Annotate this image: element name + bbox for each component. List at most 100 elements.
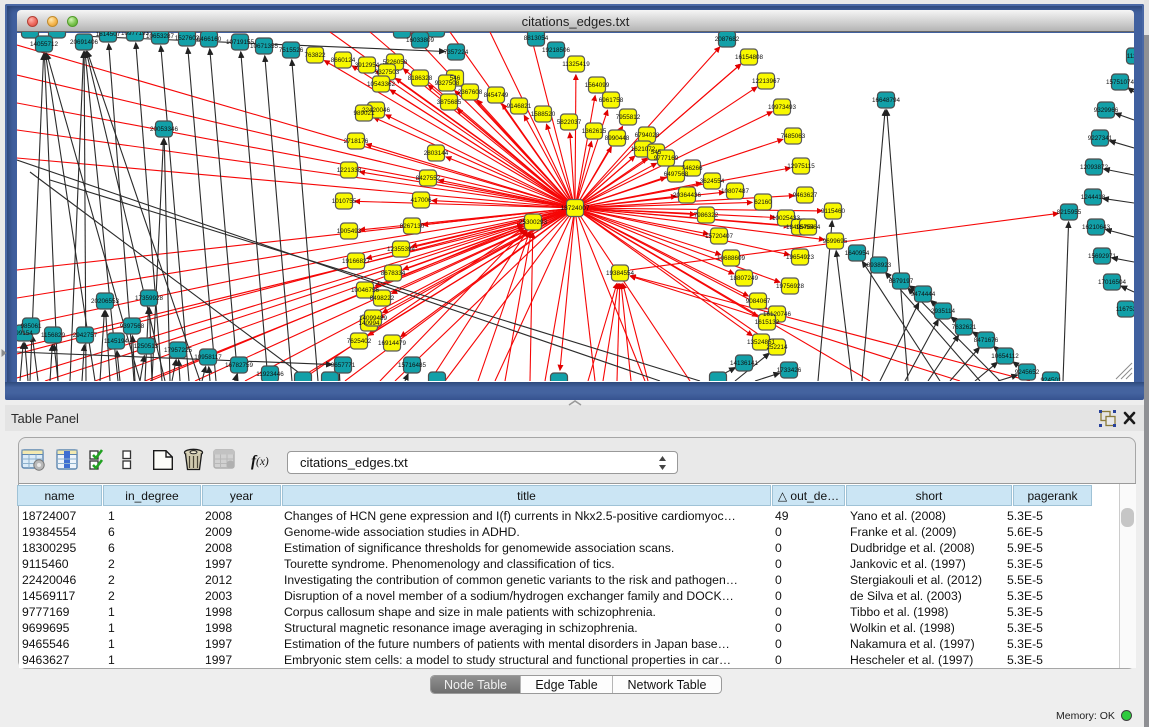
svg-text:9227341: 9227341	[1088, 135, 1113, 142]
svg-text:12355394: 12355394	[387, 246, 416, 253]
svg-text:7625402: 7625402	[347, 338, 372, 345]
svg-text:18724007: 18724007	[561, 205, 590, 212]
svg-text:10958117: 10958117	[194, 354, 222, 361]
svg-text:417006: 417006	[410, 197, 432, 204]
svg-text:1065324: 1065324	[424, 32, 449, 33]
svg-text:20691406: 20691406	[70, 39, 99, 46]
svg-text:16782759: 16782759	[225, 362, 254, 369]
svg-text:116753: 116753	[1116, 306, 1134, 313]
svg-text:1588520: 1588520	[531, 111, 556, 118]
svg-text:9327503: 9327503	[375, 69, 400, 76]
svg-text:7357224: 7357224	[444, 49, 469, 56]
svg-text:6466160: 6466160	[197, 36, 222, 43]
svg-text:3912954: 3912954	[355, 62, 380, 69]
svg-text:8813054: 8813054	[524, 35, 549, 42]
svg-text:9245652: 9245652	[1015, 369, 1040, 376]
svg-text:10973493: 10973493	[768, 104, 797, 111]
svg-text:9657771: 9657771	[331, 362, 356, 369]
svg-text:252214: 252214	[766, 344, 788, 351]
svg-text:11923446: 11923446	[256, 371, 284, 378]
svg-text:8678334: 8678334	[381, 270, 406, 277]
svg-text:9115460: 9115460	[821, 208, 846, 215]
svg-text:9146821: 9146821	[507, 103, 532, 110]
svg-text:8454749: 8454749	[484, 92, 509, 99]
svg-text:2935114: 2935114	[931, 308, 956, 315]
svg-text:17359928: 17359928	[135, 295, 164, 302]
svg-text:1564099: 1564099	[585, 82, 610, 89]
svg-text:16648794: 16648794	[872, 97, 901, 104]
svg-text:19166827: 19166827	[342, 258, 371, 265]
svg-text:19756928: 19756928	[776, 283, 805, 290]
svg-text:1640954: 1640954	[845, 250, 870, 257]
svg-text:16154808: 16154808	[735, 54, 764, 61]
svg-text:12213967: 12213967	[752, 78, 781, 85]
svg-text:2942757: 2942757	[73, 332, 98, 339]
svg-text:7632621: 7632621	[952, 324, 977, 331]
svg-text:12093872: 12093872	[1080, 164, 1109, 171]
svg-text:14055712: 14055712	[30, 41, 59, 48]
svg-text:16120746: 16120746	[763, 311, 792, 318]
svg-text:99154: 99154	[17, 330, 33, 337]
svg-text:1733426: 1733426	[777, 367, 802, 374]
svg-text:1244418: 1244418	[1081, 194, 1106, 201]
svg-text:10543362: 10543362	[367, 81, 396, 88]
svg-text:1010755: 1010755	[332, 198, 357, 205]
svg-text:924501: 924501	[1040, 377, 1062, 381]
svg-text:9777169: 9777169	[654, 155, 679, 162]
svg-text:16914479: 16914479	[378, 340, 407, 347]
svg-text:20364436: 20364436	[673, 192, 702, 199]
svg-text:8471676: 8471676	[974, 337, 999, 344]
svg-text:17016504: 17016504	[1098, 279, 1127, 286]
svg-text:10653287: 10653287	[146, 33, 175, 40]
svg-text:1156829: 1156829	[41, 332, 66, 339]
svg-text:15692971: 15692971	[1088, 253, 1117, 260]
svg-text:10046756: 10046756	[351, 287, 380, 294]
svg-text:985061: 985061	[20, 323, 42, 330]
svg-text:1615132: 1615132	[755, 319, 780, 326]
svg-text:5822037: 5822037	[557, 119, 582, 126]
svg-text:763822: 763822	[304, 52, 326, 59]
svg-text:7485063: 7485063	[781, 133, 806, 140]
svg-text:8938923: 8938923	[867, 262, 892, 269]
svg-text:5226058: 5226058	[383, 59, 408, 66]
svg-text:1814507: 1814507	[96, 32, 121, 38]
svg-text:20206553: 20206553	[91, 298, 120, 305]
svg-text:18807249: 18807249	[730, 275, 759, 282]
svg-text:62160: 62160	[754, 199, 772, 206]
svg-text:9329966: 9329966	[1094, 107, 1119, 114]
svg-text:10671355: 10671355	[250, 43, 279, 50]
svg-text:9463627: 9463627	[793, 192, 818, 199]
svg-text:11325419: 11325419	[562, 61, 590, 68]
svg-text:9327508: 9327508	[435, 80, 460, 87]
svg-text:1905493: 1905493	[337, 228, 362, 235]
svg-text:8267130: 8267130	[400, 223, 425, 230]
svg-text:1221338: 1221338	[337, 167, 362, 174]
svg-text:15720407: 15720407	[705, 233, 734, 240]
svg-text:10807487: 10807487	[721, 188, 750, 195]
svg-text:16210643: 16210643	[1082, 224, 1111, 231]
svg-text:8215955: 8215955	[1057, 209, 1082, 216]
svg-text:10025433: 10025433	[772, 215, 801, 222]
svg-text:3624554: 3624554	[700, 178, 725, 185]
svg-text:6961758: 6961758	[599, 97, 624, 104]
svg-text:2803144: 2803144	[424, 150, 449, 157]
svg-text:6497568: 6497568	[664, 171, 689, 178]
svg-text:(x): (x)	[256, 456, 269, 468]
svg-text:7955812: 7955812	[616, 114, 641, 121]
svg-text:10688609: 10688609	[717, 255, 746, 262]
svg-text:8427552: 8427552	[416, 175, 441, 182]
svg-text:20053346: 20053346	[150, 126, 179, 133]
svg-text:2087682: 2087682	[715, 36, 740, 43]
svg-text:9397568: 9397568	[120, 323, 145, 330]
svg-text:3875685: 3875685	[437, 99, 462, 106]
svg-text:25300293: 25300293	[519, 219, 548, 226]
svg-text:10654112: 10654112	[991, 353, 1019, 360]
svg-text:7986322: 7986322	[694, 212, 719, 219]
svg-text:9699695: 9699695	[823, 238, 848, 245]
svg-text:8498222: 8498222	[370, 295, 395, 302]
svg-text:2367608: 2367608	[458, 89, 483, 96]
svg-text:8990448: 8990448	[605, 135, 630, 142]
svg-text:2718176: 2718176	[344, 138, 369, 145]
svg-text:9474444: 9474444	[911, 291, 936, 298]
svg-text:16033809: 16033809	[406, 37, 435, 44]
